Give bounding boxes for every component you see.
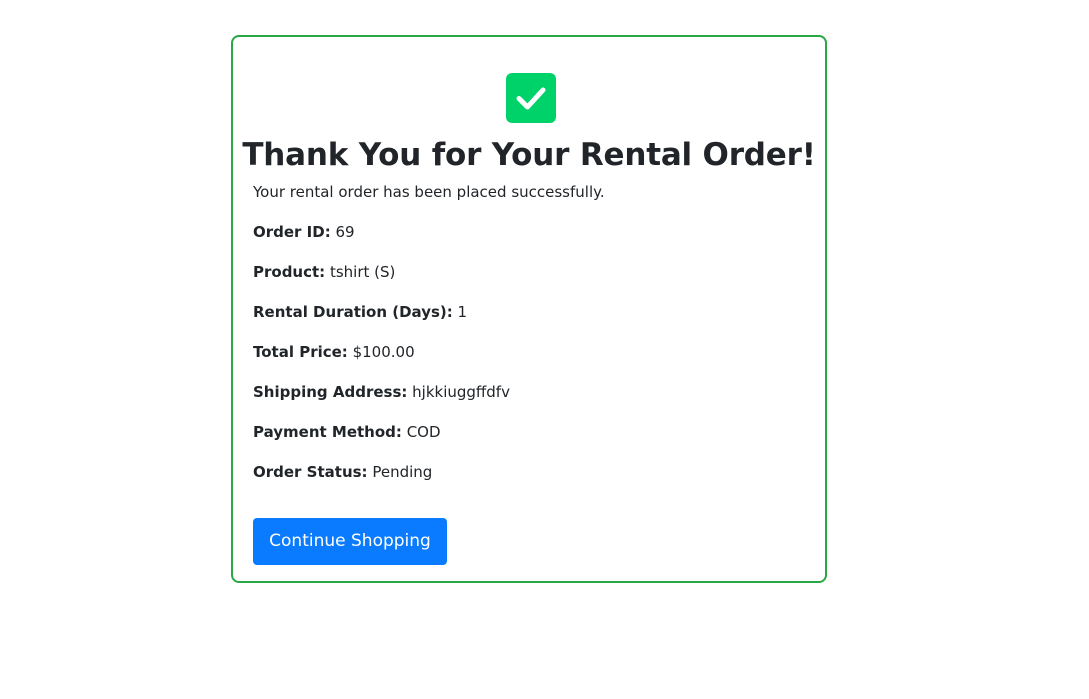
check-mark-icon [506, 73, 556, 123]
order-details: Order ID: 69 Product: tshirt (S) Rental … [253, 220, 510, 500]
shipping-address-label: Shipping Address: [253, 383, 408, 401]
product-row: Product: tshirt (S) [253, 260, 510, 300]
total-price-row: Total Price: $100.00 [253, 340, 510, 380]
success-message: Your rental order has been placed succes… [253, 183, 605, 201]
product-label: Product: [253, 263, 326, 281]
order-confirmation-card: Thank You for Your Rental Order! Your re… [231, 35, 827, 583]
order-status-value: Pending [372, 463, 433, 481]
total-price-label: Total Price: [253, 343, 348, 361]
rental-duration-label: Rental Duration (Days): [253, 303, 453, 321]
payment-method-label: Payment Method: [253, 423, 402, 441]
order-id-row: Order ID: 69 [253, 220, 510, 260]
payment-method-row: Payment Method: COD [253, 420, 510, 460]
payment-method-value: COD [406, 423, 441, 441]
shipping-address-row: Shipping Address: hjkkiuggffdfv [253, 380, 510, 420]
continue-shopping-button[interactable]: Continue Shopping [253, 518, 447, 565]
order-status-label: Order Status: [253, 463, 368, 481]
order-id-label: Order ID: [253, 223, 331, 241]
product-value: tshirt (S) [329, 263, 396, 281]
total-price-value: $100.00 [352, 343, 415, 361]
page-title: Thank You for Your Rental Order! [242, 137, 816, 173]
order-id-value: 69 [335, 223, 355, 241]
rental-duration-value: 1 [457, 303, 468, 321]
rental-duration-row: Rental Duration (Days): 1 [253, 300, 510, 340]
shipping-address-value: hjkkiuggffdfv [412, 383, 510, 401]
order-status-row: Order Status: Pending [253, 460, 510, 500]
